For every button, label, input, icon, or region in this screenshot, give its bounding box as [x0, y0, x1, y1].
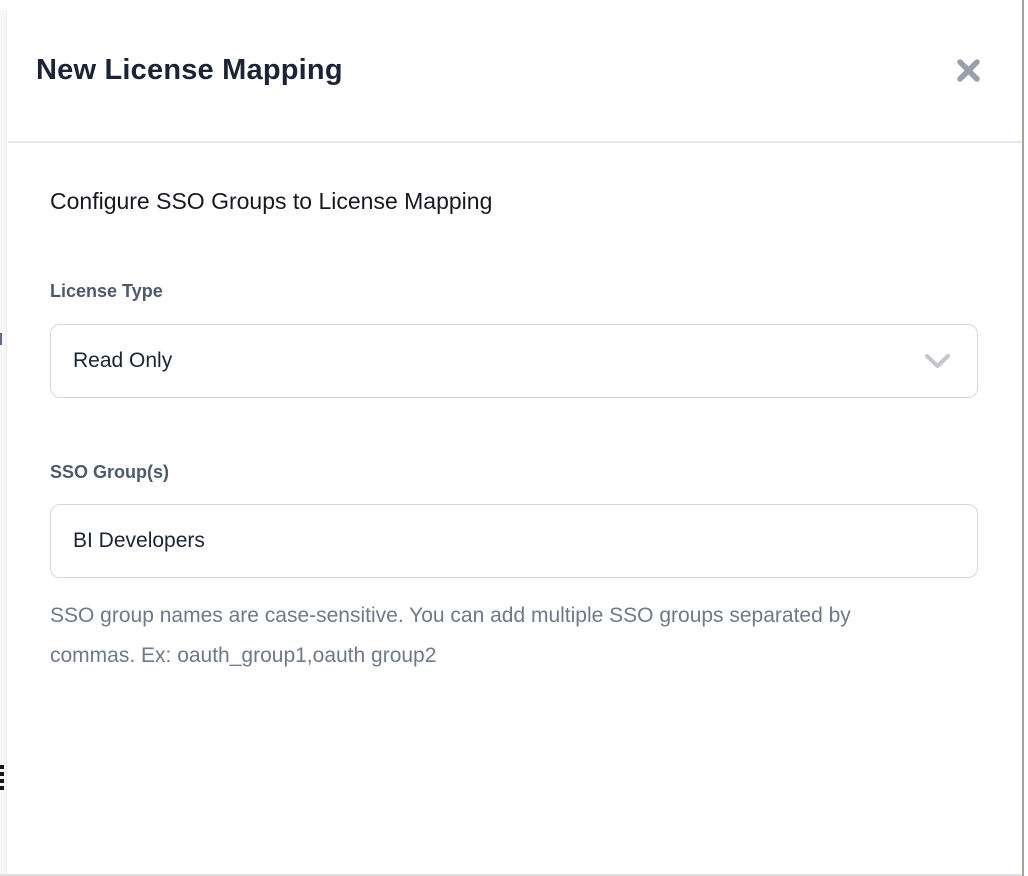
license-type-label: License Type: [50, 280, 978, 302]
close-icon[interactable]: [955, 57, 982, 84]
screen: New License Mapping Configure SSO Groups…: [0, 0, 1028, 876]
modal-header: New License Mapping: [8, 0, 1022, 143]
license-type-select[interactable]: Read Only: [50, 324, 978, 398]
close-button[interactable]: [951, 53, 986, 88]
chevron-down-icon: [924, 353, 951, 370]
modal-description: Configure SSO Groups to License Mapping: [50, 186, 978, 216]
window-right-edge: [1022, 0, 1024, 876]
sso-groups-label: SSO Group(s): [50, 461, 978, 483]
sso-groups-input[interactable]: [50, 504, 978, 578]
modal-body: Configure SSO Groups to License Mapping …: [8, 143, 1022, 675]
background-page-edge: [0, 10, 7, 874]
clipped-background-element: [0, 333, 2, 345]
license-type-value: Read Only: [73, 349, 172, 373]
modal-title: New License Mapping: [36, 54, 343, 87]
clipped-list-icon: [0, 765, 4, 790]
new-license-mapping-modal: New License Mapping Configure SSO Groups…: [8, 0, 1022, 876]
sso-groups-help-text: SSO group names are case-sensitive. You …: [50, 596, 855, 675]
